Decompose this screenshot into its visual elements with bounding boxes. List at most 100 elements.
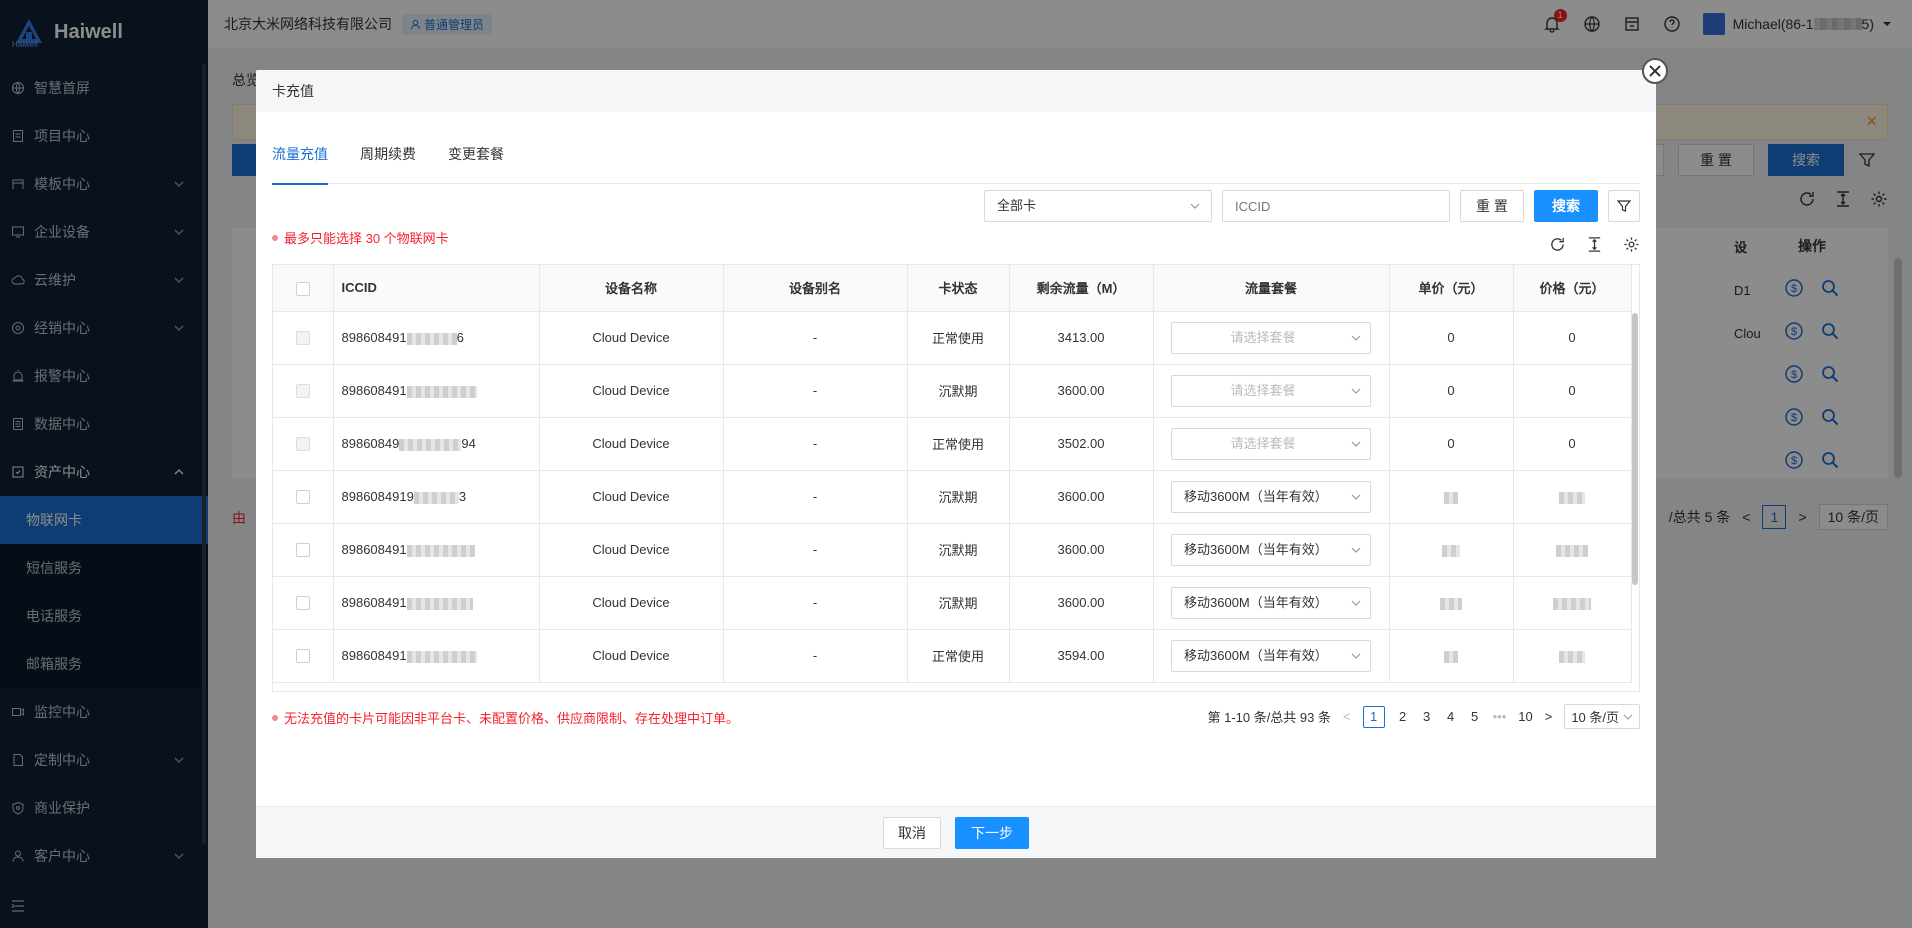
note-dot xyxy=(272,234,278,241)
checkbox-cell xyxy=(273,576,334,630)
package-select[interactable]: 移动3600M（当年有效） xyxy=(1171,480,1371,513)
iccid-prefix: 898608491 xyxy=(341,330,407,345)
package-value: 移动3600M（当年有效） xyxy=(1184,541,1328,557)
search-button[interactable]: 搜索 xyxy=(1534,190,1598,222)
iccid-cell: 898608491 6 xyxy=(333,311,540,365)
masked-value xyxy=(1440,597,1462,610)
table-scrollbar[interactable] xyxy=(1632,313,1638,585)
package-select[interactable]: 移动3600M（当年有效） xyxy=(1171,586,1371,619)
table-row[interactable]: 898608491 6 Cloud Device - 正常使用 3413.00 请选择套餐 0… xyxy=(273,311,1632,365)
masked-iccid xyxy=(406,385,477,398)
column-height-icon[interactable] xyxy=(1586,236,1603,253)
package-select[interactable]: 移动3600M（当年有效） xyxy=(1171,639,1371,672)
table-row[interactable]: 898608491 Cloud Device - 沉默期 3600.00 请选择套餐 0 0 xyxy=(273,364,1632,418)
table-row[interactable]: 898608491 Cloud Device - 沉默期 3600.00 移动3600M（… xyxy=(273,523,1632,577)
col-traffic-package: 流量套餐 xyxy=(1153,265,1390,312)
device-name-cell: Cloud Device xyxy=(539,417,724,471)
page-10[interactable]: 10 xyxy=(1518,709,1532,724)
row-checkbox xyxy=(295,384,310,399)
device-alias-cell: - xyxy=(723,523,908,577)
package-select[interactable]: 请选择套餐 xyxy=(1171,427,1371,460)
page-4[interactable]: 4 xyxy=(1445,709,1457,724)
unit-price-cell xyxy=(1389,629,1514,683)
checkbox-cell xyxy=(273,523,334,577)
filter-icon[interactable] xyxy=(1608,190,1640,222)
tab-traffic-recharge[interactable]: 流量充值 xyxy=(272,140,328,185)
pager-range: 第 1-10 条/总共 93 条 xyxy=(1207,710,1331,725)
iccid-cell: 8986084919 3 xyxy=(333,470,540,524)
tab-change-package[interactable]: 变更套餐 xyxy=(448,140,504,184)
chevron-down-icon xyxy=(1351,653,1361,659)
settings-icon[interactable] xyxy=(1623,236,1640,253)
col-device-name: 设备名称 xyxy=(539,265,724,312)
masked-value xyxy=(1444,650,1458,663)
page-size-select[interactable]: 10 条/页 xyxy=(1564,704,1640,729)
checkbox-cell xyxy=(273,629,334,683)
table-row[interactable]: 898608491 Cloud Device - 沉默期 3600.00 移动3600M（… xyxy=(273,576,1632,630)
modal-footer: 取消 下一步 xyxy=(256,806,1656,858)
table-row[interactable]: 8986084919 3 Cloud Device - 沉默期 3600.00 移动3600… xyxy=(273,470,1632,524)
next-page-button[interactable]: > xyxy=(1545,709,1553,724)
selection-limit-note: 最多只能选择 30 个物联网卡 xyxy=(272,228,449,247)
prev-page-button[interactable]: < xyxy=(1343,709,1351,724)
chevron-down-icon xyxy=(1351,494,1361,500)
select-all-checkbox[interactable] xyxy=(295,281,310,296)
remaining-traffic-cell: 3413.00 xyxy=(1009,311,1154,365)
table-header-row: ICCID 设备名称 设备别名 卡状态 剩余流量（M） 流量套餐 单价（元） 价… xyxy=(273,265,1632,312)
device-name-cell: Cloud Device xyxy=(539,364,724,418)
tab-period-renewal[interactable]: 周期续费 xyxy=(360,140,416,184)
package-cell: 移动3600M（当年有效） xyxy=(1153,629,1390,683)
masked-value xyxy=(1556,544,1588,557)
row-checkbox xyxy=(295,331,310,346)
row-checkbox[interactable] xyxy=(295,543,310,558)
page-2[interactable]: 2 xyxy=(1397,709,1409,724)
close-icon[interactable] xyxy=(1642,58,1668,84)
masked-value xyxy=(1553,597,1591,610)
chevron-down-icon xyxy=(1351,388,1361,394)
masked-iccid xyxy=(406,650,477,663)
unit-price-cell xyxy=(1389,576,1514,630)
masked-value xyxy=(1442,544,1460,557)
package-cell: 请选择套餐 xyxy=(1153,417,1390,471)
page-3[interactable]: 3 xyxy=(1421,709,1433,724)
package-select[interactable]: 请选择套餐 xyxy=(1171,374,1371,407)
reset-button[interactable]: 重 置 xyxy=(1460,190,1524,222)
device-name-cell: Cloud Device xyxy=(539,576,724,630)
card-status-cell: 沉默期 xyxy=(907,523,1010,577)
remaining-traffic-cell: 3594.00 xyxy=(1009,629,1154,683)
table-row[interactable]: 89860849 94 Cloud Device - 正常使用 3502.00 请选择套餐 0… xyxy=(273,417,1632,471)
iccid-prefix: 898608491 xyxy=(341,595,407,610)
table-row[interactable]: 898608491 Cloud Device - 正常使用 3594.00 移动3600M… xyxy=(273,629,1632,683)
price-cell xyxy=(1513,576,1632,630)
remaining-traffic-cell: 3502.00 xyxy=(1009,417,1154,471)
row-checkbox[interactable] xyxy=(295,596,310,611)
iccid-cell: 898608491 xyxy=(333,364,540,418)
ellipsis-icon[interactable]: ••• xyxy=(1493,709,1507,724)
package-value: 请选择套餐 xyxy=(1230,329,1296,345)
row-checkbox[interactable] xyxy=(295,490,310,505)
package-cell: 请选择套餐 xyxy=(1153,311,1390,365)
checkbox-cell xyxy=(273,364,334,418)
cancel-button[interactable]: 取消 xyxy=(883,816,941,849)
remaining-traffic-cell: 3600.00 xyxy=(1009,470,1154,524)
iccid-input[interactable] xyxy=(1222,190,1450,222)
package-value: 移动3600M（当年有效） xyxy=(1184,647,1328,663)
iccid-suffix: 94 xyxy=(461,436,476,451)
card-type-select[interactable]: 全部卡 xyxy=(984,190,1212,222)
chevron-down-icon xyxy=(1351,547,1361,553)
card-status-cell: 沉默期 xyxy=(907,576,1010,630)
next-step-button[interactable]: 下一步 xyxy=(955,816,1029,849)
refresh-icon[interactable] xyxy=(1549,236,1566,253)
package-select[interactable]: 移动3600M（当年有效） xyxy=(1171,533,1371,566)
row-checkbox[interactable] xyxy=(295,649,310,664)
masked-iccid xyxy=(406,597,473,610)
page-5[interactable]: 5 xyxy=(1469,709,1481,724)
package-select[interactable]: 请选择套餐 xyxy=(1171,321,1371,354)
checkbox-cell xyxy=(273,311,334,365)
unit-price-cell: 0 xyxy=(1389,311,1514,365)
pagination: 第 1-10 条/总共 93 条 < 1 2 3 4 5 ••• 10 > 10… xyxy=(1207,704,1640,729)
modal-title: 卡充值 xyxy=(256,70,1656,112)
page-1[interactable]: 1 xyxy=(1362,705,1385,728)
package-value: 请选择套餐 xyxy=(1230,435,1296,451)
device-alias-cell: - xyxy=(723,629,908,683)
